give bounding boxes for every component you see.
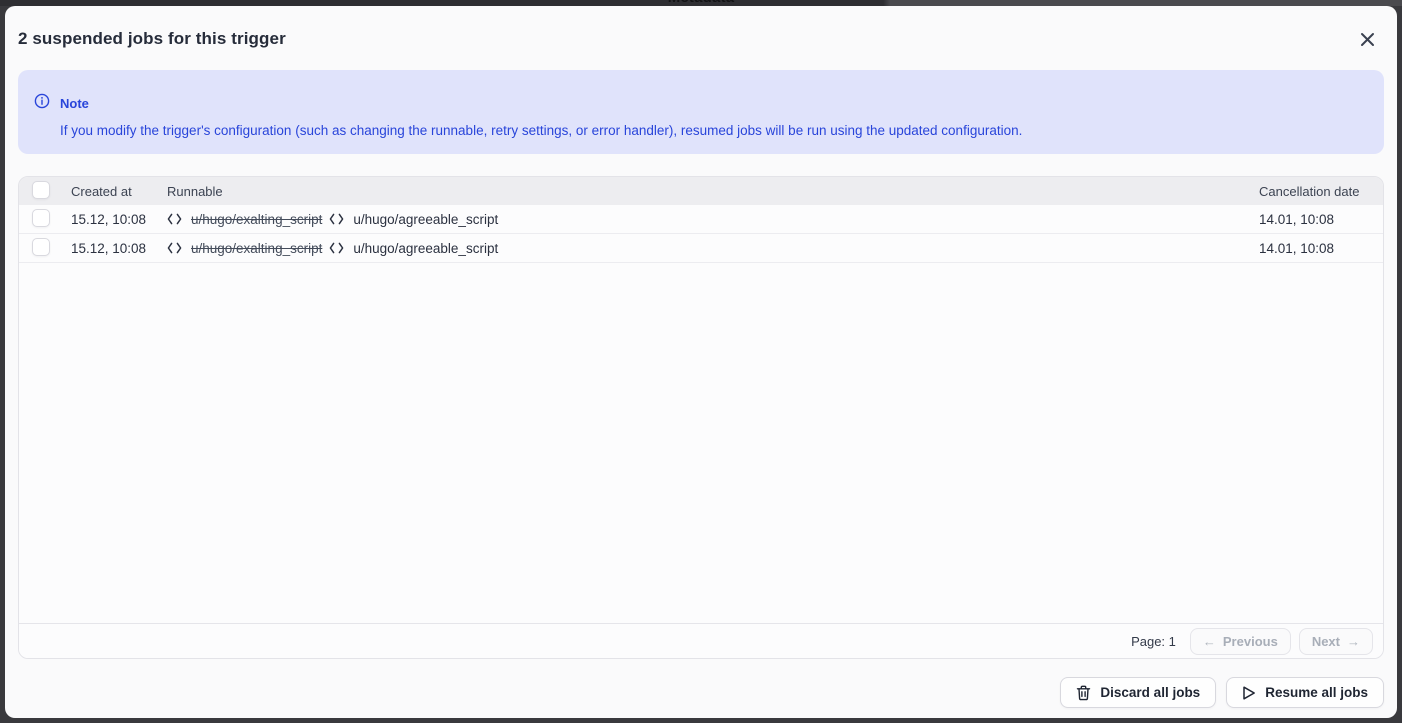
header-checkbox-cell	[19, 181, 71, 202]
previous-page-label: Previous	[1223, 634, 1278, 649]
cancellation-date-value: 14.01, 10:08	[1259, 212, 1383, 227]
pagination-footer: Page: 1 ← Previous Next →	[19, 623, 1383, 658]
row-checkbox-cell	[19, 238, 71, 259]
suspended-jobs-modal: 2 suspended jobs for this trigger Note I…	[5, 6, 1397, 718]
arrow-right-icon: →	[1347, 634, 1360, 649]
new-runnable-path: u/hugo/agreeable_script	[353, 212, 498, 227]
created-at-value: 15.12, 10:08	[71, 241, 167, 256]
column-header-runnable: Runnable	[167, 184, 1259, 199]
table-row: 15.12, 10:08 u/hugo/exalting_script u/hu…	[19, 205, 1383, 234]
column-header-created-at: Created at	[71, 184, 167, 199]
code-icon	[329, 213, 344, 225]
modal-header: 2 suspended jobs for this trigger	[5, 6, 1397, 68]
trash-icon	[1076, 685, 1091, 701]
row-checkbox-cell	[19, 209, 71, 230]
old-runnable-path: u/hugo/exalting_script	[191, 212, 322, 227]
code-icon	[167, 242, 182, 254]
modal-actions: Discard all jobs Resume all jobs	[18, 677, 1384, 708]
discard-all-jobs-label: Discard all jobs	[1100, 685, 1200, 700]
arrow-left-icon: ←	[1203, 634, 1216, 649]
code-icon	[167, 213, 182, 225]
next-page-button[interactable]: Next →	[1299, 628, 1373, 655]
close-button[interactable]	[1353, 25, 1381, 53]
row-checkbox[interactable]	[32, 238, 50, 256]
play-icon	[1242, 685, 1256, 701]
new-runnable-path: u/hugo/agreeable_script	[353, 241, 498, 256]
runnable-cell: u/hugo/exalting_script u/hugo/agreeable_…	[167, 241, 1259, 256]
page-indicator: Page: 1	[1131, 634, 1176, 649]
note-body: If you modify the trigger's configuratio…	[34, 122, 1368, 139]
close-icon	[1358, 30, 1377, 49]
suspended-jobs-table: Created at Runnable Cancellation date 15…	[18, 176, 1384, 659]
code-icon	[329, 242, 344, 254]
row-checkbox[interactable]	[32, 209, 50, 227]
runnable-cell: u/hugo/exalting_script u/hugo/agreeable_…	[167, 212, 1259, 227]
note-title: Note	[60, 96, 89, 111]
resume-all-jobs-label: Resume all jobs	[1265, 685, 1368, 700]
old-runnable-path: u/hugo/exalting_script	[191, 241, 322, 256]
resume-all-jobs-button[interactable]: Resume all jobs	[1226, 677, 1384, 708]
modal-title: 2 suspended jobs for this trigger	[18, 29, 286, 49]
column-header-cancellation-date: Cancellation date	[1259, 184, 1383, 199]
table-row: 15.12, 10:08 u/hugo/exalting_script u/hu…	[19, 234, 1383, 263]
info-icon	[34, 93, 50, 114]
discard-all-jobs-button[interactable]: Discard all jobs	[1060, 677, 1216, 708]
table-header-row: Created at Runnable Cancellation date	[19, 177, 1383, 205]
note-header: Note	[34, 93, 1368, 114]
table-empty-area	[19, 263, 1383, 623]
select-all-checkbox[interactable]	[32, 181, 50, 199]
note-banner: Note If you modify the trigger's configu…	[18, 70, 1384, 154]
created-at-value: 15.12, 10:08	[71, 212, 167, 227]
previous-page-button[interactable]: ← Previous	[1190, 628, 1291, 655]
cancellation-date-value: 14.01, 10:08	[1259, 241, 1383, 256]
next-page-label: Next	[1312, 634, 1340, 649]
